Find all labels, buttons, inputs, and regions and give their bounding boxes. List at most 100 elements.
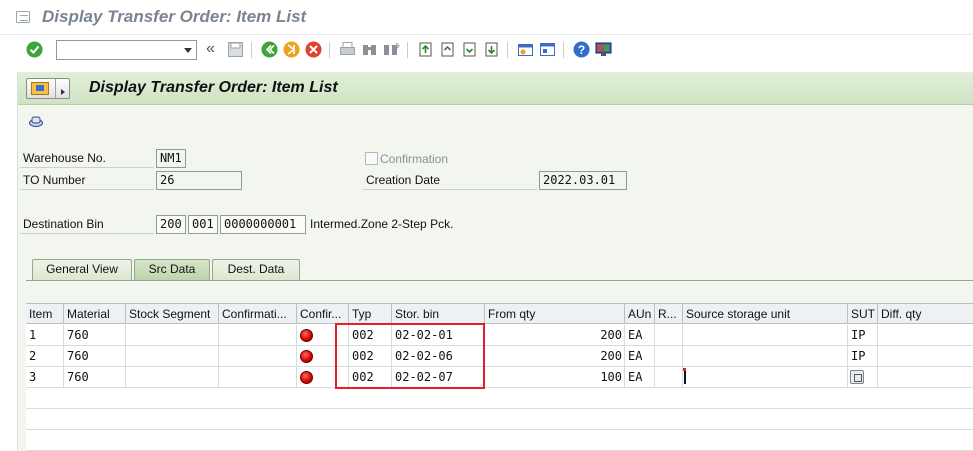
cell-stock-segment — [126, 367, 219, 388]
warehouse-label: Warehouse No. — [20, 148, 154, 168]
create-session-icon[interactable] — [517, 41, 534, 58]
cell-material: 760 — [64, 325, 126, 346]
menu-button[interactable] — [26, 78, 70, 99]
column-header-source-storage-unit[interactable]: Source storage unit — [683, 304, 848, 324]
column-header-stock-segment[interactable]: Stock Segment — [126, 304, 219, 324]
toolbar-separator — [407, 42, 408, 58]
cell-material: 760 — [64, 367, 126, 388]
chevron-right-icon — [55, 79, 70, 98]
to-number-label: TO Number — [20, 170, 154, 190]
next-page-icon[interactable] — [461, 41, 478, 58]
first-page-icon[interactable] — [417, 41, 434, 58]
enter-icon[interactable] — [26, 41, 43, 58]
cell-confirmation — [219, 346, 297, 367]
column-header-from-qty[interactable]: From qty — [485, 304, 625, 324]
find-next-icon[interactable] — [383, 41, 400, 58]
cell-from-qty: 100 — [485, 367, 625, 388]
cell-r — [655, 367, 683, 388]
warehouse-field[interactable]: NM1 — [156, 149, 186, 168]
confirmation-checkbox[interactable] — [365, 152, 378, 165]
confirmation-label: Confirmation — [380, 152, 449, 166]
column-header-sut[interactable]: SUT — [848, 304, 878, 324]
dest-bin-type-field[interactable]: 200 — [156, 215, 186, 234]
display-header-icon[interactable] — [28, 113, 44, 129]
column-header-stor-bin[interactable]: Stor. bin — [392, 304, 485, 324]
red-light-icon — [300, 350, 313, 363]
cell-item: 2 — [26, 346, 64, 367]
column-header-material[interactable]: Material — [64, 304, 126, 324]
find-icon[interactable] — [361, 41, 378, 58]
cell-confirmation — [219, 325, 297, 346]
empty-table-row — [26, 388, 973, 409]
previous-page-icon[interactable] — [439, 41, 456, 58]
cell-stock-segment — [126, 325, 219, 346]
main-frame: Display Transfer Order: Item List Wareho… — [17, 72, 973, 451]
command-field[interactable] — [56, 40, 197, 60]
column-header-confirmation[interactable]: Confirmati... — [219, 304, 297, 324]
red-light-icon — [300, 371, 313, 384]
empty-table-row — [26, 430, 973, 451]
creation-date-label: Creation Date — [363, 170, 537, 190]
cell-diff-qty — [878, 367, 973, 388]
cell-source-storage-unit — [683, 346, 848, 367]
column-header-diff-qty[interactable]: Diff. qty — [878, 304, 973, 324]
items-table: Item Material Stock Segment Confirmati..… — [26, 303, 973, 451]
cell-from-qty: 200 — [485, 325, 625, 346]
print-icon[interactable] — [339, 41, 356, 58]
dest-bin-section-field[interactable]: 001 — [188, 215, 218, 234]
tab-divider — [26, 280, 973, 281]
menu-icon — [31, 82, 49, 95]
table-row[interactable]: 2 760 002 02-02-06 200 EA IP — [26, 346, 973, 367]
column-header-typ[interactable]: Typ — [349, 304, 392, 324]
cell-aun: EA — [625, 346, 655, 367]
value-help-icon[interactable] — [850, 370, 864, 384]
back-icon[interactable] — [261, 41, 278, 58]
to-number-field[interactable]: 26 — [156, 171, 242, 190]
layout-menu-icon[interactable] — [595, 41, 612, 58]
table-row[interactable]: 1 760 002 02-02-01 200 EA IP — [26, 325, 973, 346]
save-icon[interactable] — [227, 41, 244, 58]
cell-source-storage-unit[interactable] — [683, 367, 848, 388]
toolbar-separator — [329, 42, 330, 58]
exit-icon[interactable] — [283, 41, 300, 58]
column-header-confirmation-status[interactable]: Confir... — [297, 304, 349, 324]
cell-material: 760 — [64, 346, 126, 367]
tab-src-data[interactable]: Src Data — [134, 259, 210, 280]
column-header-r[interactable]: R... — [655, 304, 683, 324]
cell-diff-qty — [878, 325, 973, 346]
toolbar-separator — [507, 42, 508, 58]
chevron-down-icon[interactable] — [184, 48, 192, 53]
window-title-bar: Display Transfer Order: Item List — [0, 0, 973, 35]
help-icon[interactable]: ? — [573, 41, 590, 58]
tab-dest-data[interactable]: Dest. Data — [212, 259, 300, 280]
toolbar-separator — [251, 42, 252, 58]
column-header-aun[interactable]: AUn — [625, 304, 655, 324]
cancel-icon[interactable] — [305, 41, 322, 58]
column-header-item[interactable]: Item — [26, 304, 64, 324]
table-row[interactable]: 3 760 002 02-02-07 100 EA — [26, 367, 973, 388]
last-page-icon[interactable] — [483, 41, 500, 58]
destination-bin-description: Intermed.Zone 2-Step Pck. — [310, 217, 454, 231]
cell-source-storage-unit — [683, 325, 848, 346]
window-menu-icon[interactable] — [16, 11, 30, 23]
cell-sut[interactable] — [848, 367, 878, 388]
table-header: Item Material Stock Segment Confirmati..… — [26, 304, 973, 324]
cell-r — [655, 325, 683, 346]
cell-diff-qty — [878, 346, 973, 367]
dest-bin-number-field[interactable]: 0000000001 — [220, 215, 306, 234]
cell-sut: IP — [848, 325, 878, 346]
back-double-chevron-icon[interactable]: « — [206, 40, 223, 57]
system-toolbar: « ? — [0, 35, 973, 65]
red-light-icon — [300, 329, 313, 342]
toolbar-separator — [563, 42, 564, 58]
tab-general-view[interactable]: General View — [32, 259, 132, 280]
creation-date-field[interactable]: 2022.03.01 — [539, 171, 627, 190]
cell-confirmation — [219, 367, 297, 388]
cell-from-qty: 200 — [485, 346, 625, 367]
cell-sut: IP — [848, 346, 878, 367]
window-title: Display Transfer Order: Item List — [42, 7, 307, 26]
shortcut-icon[interactable] — [539, 41, 556, 58]
cell-item: 1 — [26, 325, 64, 346]
cell-stock-segment — [126, 346, 219, 367]
destination-bin-label: Destination Bin — [20, 214, 154, 234]
